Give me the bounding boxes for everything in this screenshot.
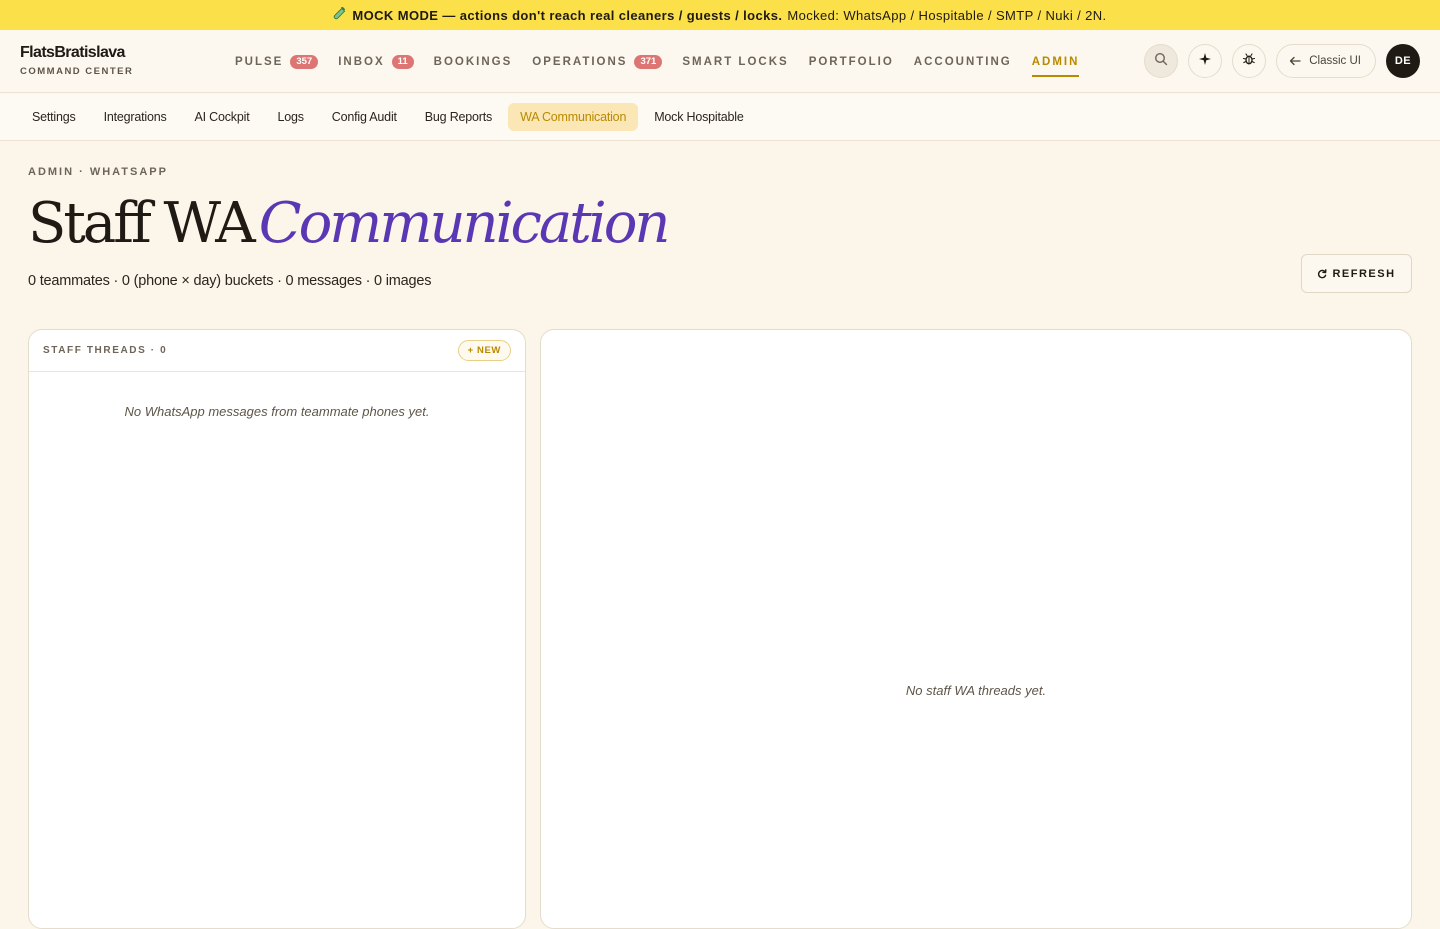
brand-subtitle: COMMAND CENTER [20, 66, 134, 77]
page-stats: 0 teammates · 0 (phone × day) buckets · … [28, 273, 432, 289]
nav-badge-pulse: 357 [290, 54, 319, 69]
refresh-button[interactable]: REFRESH [1301, 254, 1412, 293]
classic-ui-label: Classic UI [1309, 55, 1361, 67]
thread-detail-panel: No staff WA threads yet. [540, 329, 1412, 929]
top-header: FlatsBratislava COMMAND CENTER PULSE 357… [0, 30, 1440, 93]
nav-item-label: ACCOUNTING [913, 55, 1012, 68]
detail-empty-state: No staff WA threads yet. [905, 683, 1047, 698]
nav-item-operations[interactable]: OPERATIONS 371 [532, 30, 663, 93]
nav-item-bookings[interactable]: BOOKINGS [434, 30, 513, 93]
staff-threads-header: STAFF THREADS · 0 + NEW [29, 330, 525, 372]
mock-mode-detail: Mocked: WhatsApp / Hospitable / SMTP / N… [787, 7, 1107, 23]
nav-badge-operations: 371 [634, 54, 663, 69]
brand[interactable]: FlatsBratislava COMMAND CENTER [20, 44, 133, 77]
bug-report-button[interactable] [1232, 44, 1267, 78]
nav-item-label: ADMIN [1031, 55, 1080, 68]
mock-mode-title: MOCK MODE — actions don't reach real cle… [352, 7, 783, 23]
tab-config-audit[interactable]: Config Audit [320, 103, 409, 131]
new-thread-button[interactable]: + NEW [457, 340, 511, 361]
tab-bug-reports[interactable]: Bug Reports [413, 103, 504, 131]
main-nav: PULSE 357 INBOX 11 BOOKINGS OPERATIONS 3… [235, 30, 1099, 93]
nav-item-label: INBOX [338, 55, 385, 68]
staff-threads-panel: STAFF THREADS · 0 + NEW No WhatsApp mess… [28, 329, 526, 929]
nav-item-portfolio[interactable]: PORTFOLIO [809, 30, 894, 93]
nav-badge-inbox: 11 [391, 54, 414, 69]
mock-mode-banner: MOCK MODE — actions don't reach real cle… [0, 0, 1440, 30]
ai-assistant-button[interactable] [1188, 44, 1223, 78]
nav-item-admin[interactable]: ADMIN [1031, 30, 1080, 93]
brand-name: FlatsBratislava [20, 44, 125, 61]
tab-wa-communication[interactable]: WA Communication [508, 103, 639, 131]
nav-item-label: SMART LOCKS [682, 55, 789, 68]
page-title-plain: Staff WA [28, 191, 256, 256]
threads-empty-state: No WhatsApp messages from teammate phone… [124, 404, 430, 419]
sparkle-icon [1198, 52, 1212, 71]
page-title-accent: Communication [258, 191, 671, 256]
refresh-label: REFRESH [1332, 267, 1396, 280]
classic-ui-button[interactable]: Classic UI [1276, 44, 1376, 78]
page-title: Staff WA Communication [28, 188, 671, 260]
staff-threads-title: STAFF THREADS · 0 [43, 345, 168, 356]
nav-item-inbox[interactable]: INBOX 11 [338, 30, 414, 93]
header-actions: Classic UI DE [1144, 44, 1420, 78]
tab-settings[interactable]: Settings [20, 103, 88, 131]
bug-icon [1242, 52, 1256, 71]
nav-item-label: PULSE [235, 55, 284, 68]
nav-item-pulse[interactable]: PULSE 357 [235, 30, 319, 93]
nav-item-accounting[interactable]: ACCOUNTING [914, 30, 1012, 93]
admin-sub-nav: Settings Integrations AI Cockpit Logs Co… [0, 94, 1440, 141]
refresh-icon [1317, 268, 1327, 279]
user-avatar[interactable]: DE [1386, 44, 1420, 78]
nav-item-label: OPERATIONS [532, 55, 628, 68]
search-icon [1154, 52, 1168, 71]
tab-logs[interactable]: Logs [265, 103, 315, 131]
search-button[interactable] [1144, 44, 1179, 78]
arrow-left-icon [1289, 55, 1301, 67]
tab-integrations[interactable]: Integrations [92, 103, 179, 131]
nav-item-smart-locks[interactable]: SMART LOCKS [682, 30, 788, 93]
tab-ai-cockpit[interactable]: AI Cockpit [183, 103, 262, 131]
flask-icon [333, 6, 346, 23]
breadcrumb: ADMIN · WHATSAPP [28, 166, 168, 178]
nav-item-label: BOOKINGS [433, 55, 513, 68]
tab-mock-hospitable[interactable]: Mock Hospitable [642, 103, 755, 131]
nav-item-label: PORTFOLIO [808, 55, 894, 68]
